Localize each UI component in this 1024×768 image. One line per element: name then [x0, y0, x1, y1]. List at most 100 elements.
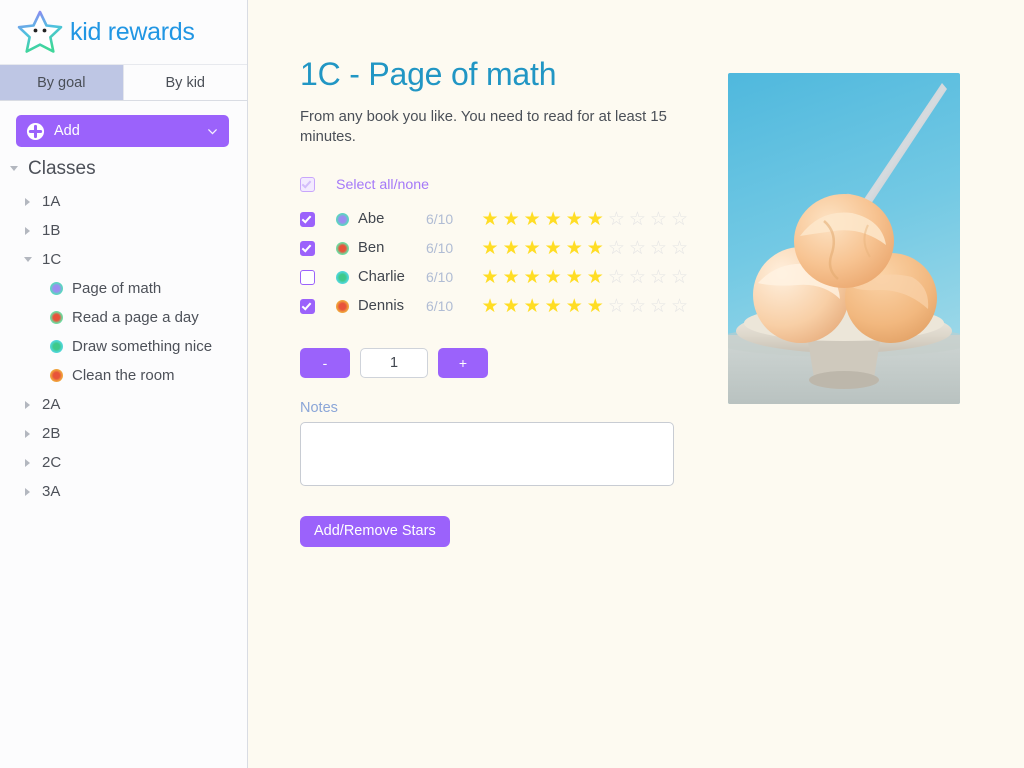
star-rating[interactable]: ★ ★ ★ ★ ★ ★ ☆ ☆ ☆ ☆ — [482, 297, 688, 316]
star-icon[interactable]: ☆ — [650, 268, 667, 287]
kid-checkbox-ben[interactable] — [300, 240, 315, 256]
notes-label: Notes — [300, 399, 338, 416]
caret-right-icon[interactable] — [24, 428, 36, 440]
add-button-label: Add — [54, 123, 80, 139]
sidebar-item-class-2b[interactable]: 2B — [10, 419, 247, 448]
caret-down-icon[interactable] — [24, 254, 36, 266]
view-tabs: By goal By kid — [0, 65, 247, 101]
star-icon[interactable]: ☆ — [650, 297, 667, 316]
quantity-input[interactable] — [360, 347, 428, 378]
star-icon[interactable]: ★ — [482, 268, 499, 287]
star-icon[interactable]: ☆ — [650, 239, 667, 258]
class-tree: Classes 1A 1B 1C Page of math Read a pag… — [0, 153, 247, 768]
star-icon[interactable]: ★ — [587, 268, 604, 287]
sidebar: kid rewards By goal By kid Add Classes 1… — [0, 0, 248, 768]
select-all-label[interactable]: Select all/none — [336, 177, 429, 193]
star-icon[interactable]: ★ — [545, 297, 562, 316]
sidebar-item-class-1c[interactable]: 1C — [10, 245, 247, 274]
star-icon[interactable]: ★ — [482, 239, 499, 258]
goal-dot-icon — [50, 311, 63, 324]
star-icon[interactable]: ★ — [482, 297, 499, 316]
star-rating[interactable]: ★ ★ ★ ★ ★ ★ ☆ ☆ ☆ ☆ — [482, 210, 688, 229]
star-icon[interactable]: ★ — [503, 210, 520, 229]
kid-name: Ben — [358, 240, 385, 257]
sidebar-item-goal-page-of-math[interactable]: Page of math — [10, 274, 247, 303]
decrement-button[interactable]: - — [300, 347, 350, 378]
star-icon[interactable]: ★ — [566, 297, 583, 316]
add-button[interactable]: Add — [16, 115, 229, 147]
star-icon[interactable]: ☆ — [671, 210, 688, 229]
star-icon[interactable]: ★ — [503, 297, 520, 316]
caret-right-icon[interactable] — [24, 225, 36, 237]
star-icon[interactable]: ★ — [587, 239, 604, 258]
star-icon[interactable]: ☆ — [671, 268, 688, 287]
star-icon[interactable]: ☆ — [608, 268, 625, 287]
star-icon[interactable]: ★ — [566, 268, 583, 287]
star-icon[interactable]: ☆ — [671, 239, 688, 258]
star-icon[interactable]: ☆ — [608, 297, 625, 316]
star-icon[interactable]: ☆ — [629, 297, 646, 316]
star-icon[interactable]: ★ — [545, 210, 562, 229]
add-remove-stars-button[interactable]: Add/Remove Stars — [300, 515, 450, 547]
tab-by-goal[interactable]: By goal — [0, 65, 124, 100]
star-icon[interactable]: ★ — [524, 297, 541, 316]
kid-score: 6/10 — [425, 298, 454, 315]
star-icon[interactable]: ★ — [524, 210, 541, 229]
star-icon[interactable]: ★ — [524, 239, 541, 258]
caret-right-icon[interactable] — [24, 486, 36, 498]
tree-root-classes[interactable]: Classes — [10, 153, 247, 187]
star-icon[interactable]: ☆ — [629, 210, 646, 229]
sidebar-item-goal-clean-the-room[interactable]: Clean the room — [10, 361, 247, 390]
star-icon[interactable]: ☆ — [629, 268, 646, 287]
app-root: kid rewards By goal By kid Add Classes 1… — [0, 0, 1024, 768]
star-icon[interactable]: ★ — [545, 239, 562, 258]
caret-right-icon[interactable] — [24, 457, 36, 469]
star-icon[interactable]: ★ — [503, 239, 520, 258]
kid-checkbox-charlie[interactable] — [300, 269, 315, 285]
star-icon[interactable]: ★ — [482, 210, 499, 229]
star-icon[interactable]: ☆ — [629, 239, 646, 258]
sidebar-item-class-2a[interactable]: 2A — [10, 390, 247, 419]
star-icon[interactable]: ★ — [587, 297, 604, 316]
star-rating[interactable]: ★ ★ ★ ★ ★ ★ ☆ ☆ ☆ ☆ — [482, 239, 688, 258]
goal-label: Clean the room — [72, 367, 175, 384]
star-icon[interactable]: ★ — [524, 268, 541, 287]
star-icon[interactable]: ★ — [566, 210, 583, 229]
tab-by-kid[interactable]: By kid — [123, 65, 247, 100]
table-row: Ben 6/10 ★ ★ ★ ★ ★ ★ ☆ ☆ ☆ ☆ — [300, 234, 688, 263]
caret-down-icon[interactable] — [10, 163, 22, 175]
class-label: 2A — [42, 396, 61, 413]
star-icon[interactable]: ★ — [587, 210, 604, 229]
star-icon[interactable]: ☆ — [650, 210, 667, 229]
star-icon[interactable]: ☆ — [671, 297, 688, 316]
sidebar-item-goal-read-a-page-a-day[interactable]: Read a page a day — [10, 303, 247, 332]
kid-checkbox-abe[interactable] — [300, 211, 315, 227]
sidebar-item-goal-draw-something-nice[interactable]: Draw something nice — [10, 332, 247, 361]
caret-right-icon[interactable] — [24, 399, 36, 411]
kid-name: Abe — [358, 211, 385, 228]
table-row: Charlie 6/10 ★ ★ ★ ★ ★ ★ ☆ ☆ ☆ ☆ — [300, 263, 688, 292]
select-all-checkbox[interactable] — [300, 177, 315, 193]
sidebar-item-class-1a[interactable]: 1A — [10, 187, 247, 216]
star-icon[interactable]: ☆ — [608, 239, 625, 258]
star-icon[interactable]: ★ — [503, 268, 520, 287]
kid-checkbox-dennis[interactable] — [300, 298, 315, 314]
notes-textarea[interactable] — [300, 421, 674, 486]
star-icon[interactable]: ★ — [566, 239, 583, 258]
goal-dot-icon — [50, 282, 63, 295]
sidebar-item-class-2c[interactable]: 2C — [10, 448, 247, 477]
star-icon[interactable]: ★ — [545, 268, 562, 287]
main-content: 1C - Page of math From any book you like… — [248, 0, 1024, 768]
caret-right-icon[interactable] — [24, 196, 36, 208]
avatar — [336, 299, 349, 313]
check-icon — [301, 300, 312, 311]
sidebar-item-class-1b[interactable]: 1B — [10, 216, 247, 245]
increment-button[interactable]: + — [438, 347, 488, 378]
chevron-down-icon[interactable] — [206, 125, 219, 138]
star-icon[interactable]: ☆ — [608, 210, 625, 229]
kid-score: 6/10 — [425, 240, 454, 257]
sidebar-item-class-3a[interactable]: 3A — [10, 477, 247, 506]
goal-dot-icon — [50, 340, 63, 353]
check-icon — [301, 213, 312, 224]
star-rating[interactable]: ★ ★ ★ ★ ★ ★ ☆ ☆ ☆ ☆ — [482, 268, 688, 287]
